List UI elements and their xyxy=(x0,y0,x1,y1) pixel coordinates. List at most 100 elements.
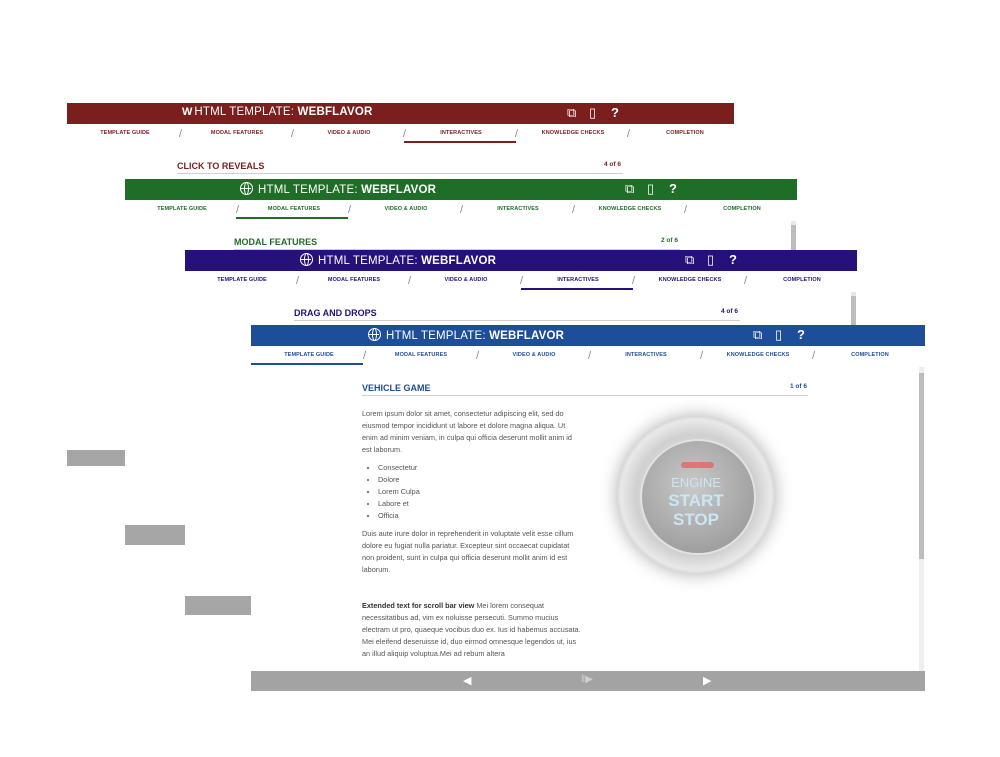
tab-interactives[interactable]: INTERACTIVES xyxy=(497,206,539,212)
app-title: HTML TEMPLATE: WEBFLAVOR xyxy=(240,182,436,196)
tab-template-guide[interactable]: TEMPLATE GUIDE xyxy=(284,352,334,358)
engine-start-stop-button[interactable]: ENGINE START STOP xyxy=(618,417,774,573)
tab-video-audio[interactable]: VIDEO & AUDIO xyxy=(445,277,488,283)
title-bar: HTML TEMPLATE: WEBFLAVOR ⧉ ▯ ? xyxy=(125,179,797,200)
book-icon[interactable]: ▯ xyxy=(775,327,782,343)
heading-divider xyxy=(177,173,623,174)
window-click-to-reveals: W HTML TEMPLATE: WEBFLAVOR ⧉ ▯ ? TEMPLATE… xyxy=(67,103,734,183)
help-icon[interactable]: ? xyxy=(669,181,677,197)
tab-completion[interactable]: COMPLETION xyxy=(666,130,704,136)
book-icon[interactable]: ▯ xyxy=(707,252,714,268)
scrollbar-thumb[interactable] xyxy=(851,296,856,326)
globe-icon xyxy=(368,328,381,341)
nav-separator: / xyxy=(515,128,519,140)
tab-modal-features[interactable]: MODAL FEATURES xyxy=(211,130,263,136)
page-counter: 2 of 6 xyxy=(661,237,678,244)
tab-modal-features[interactable]: MODAL FEATURES xyxy=(395,352,447,358)
nav-separator: / xyxy=(572,204,576,216)
active-tab-underline xyxy=(236,217,348,219)
tab-video-audio[interactable]: VIDEO & AUDIO xyxy=(328,130,371,136)
tab-template-guide[interactable]: TEMPLATE GUIDE xyxy=(100,130,150,136)
heading-divider xyxy=(294,320,740,321)
external-link-icon[interactable]: ⧉ xyxy=(625,181,634,197)
start-label: START xyxy=(668,491,724,510)
tab-interactives[interactable]: INTERACTIVES xyxy=(440,130,482,136)
page-title: VEHICLE GAME xyxy=(362,383,431,393)
help-icon[interactable]: ? xyxy=(611,105,619,121)
tab-knowledge-checks[interactable]: KNOWLEDGE CHECKS xyxy=(599,206,662,212)
wf-logo-icon: W xyxy=(182,106,192,118)
title-bar: HTML TEMPLATE: WEBFLAVOR ⧉ ▯ ? xyxy=(185,250,857,271)
tab-modal-features[interactable]: MODAL FEATURES xyxy=(268,206,320,212)
page-title: DRAG AND DROPS xyxy=(294,308,377,318)
list-item: Lorem Culpa xyxy=(378,486,582,498)
next-button[interactable]: ▶ xyxy=(703,674,711,687)
engine-label: ENGINE xyxy=(671,475,721,490)
nav-separator: / xyxy=(348,204,352,216)
page-counter: 4 of 6 xyxy=(604,161,621,168)
tab-completion[interactable]: COMPLETION xyxy=(783,277,821,283)
external-link-icon[interactable]: ⧉ xyxy=(685,252,694,268)
play-pause-button[interactable]: ‖▶ xyxy=(581,674,593,685)
previous-button[interactable]: ◀ xyxy=(463,674,471,687)
tab-knowledge-checks[interactable]: KNOWLEDGE CHECKS xyxy=(727,352,790,358)
side-tab-2 xyxy=(125,525,185,545)
nav-separator: / xyxy=(588,350,592,362)
tab-completion[interactable]: COMPLETION xyxy=(851,352,889,358)
heading-divider xyxy=(362,395,808,396)
nav-separator: / xyxy=(632,275,636,287)
window-modal-features: HTML TEMPLATE: WEBFLAVOR ⧉ ▯ ? TEMPLATE … xyxy=(125,179,797,259)
help-icon[interactable]: ? xyxy=(797,327,805,343)
page-title: CLICK TO REVEALS xyxy=(177,161,265,171)
nav-separator: / xyxy=(476,350,480,362)
window-vehicle-game: HTML TEMPLATE: WEBFLAVOR ⧉ ▯ ? TEMPLATE … xyxy=(251,325,925,691)
tab-knowledge-checks[interactable]: KNOWLEDGE CHECKS xyxy=(542,130,605,136)
nav-separator: / xyxy=(627,128,631,140)
list-item: Officia xyxy=(378,510,582,522)
nav-separator: / xyxy=(363,350,367,362)
intro-paragraph: Lorem ipsum dolor sit amet, consectetur … xyxy=(362,409,572,454)
nav-separator: / xyxy=(403,128,407,140)
second-paragraph: Duis aute irure dolor in reprehenderit i… xyxy=(362,529,574,574)
external-link-icon[interactable]: ⧉ xyxy=(567,105,576,121)
nav-separator: / xyxy=(236,204,240,216)
tab-video-audio[interactable]: VIDEO & AUDIO xyxy=(513,352,556,358)
app-title: W HTML TEMPLATE: WEBFLAVOR xyxy=(182,106,373,118)
nav-bar: TEMPLATE GUIDE / MODAL FEATURES / VIDEO … xyxy=(67,125,734,143)
stop-label: STOP xyxy=(673,510,719,529)
extended-paragraph: Extended text for scroll bar view Mei lo… xyxy=(362,600,582,660)
app-title: HTML TEMPLATE: WEBFLAVOR xyxy=(368,328,564,342)
title-bar: HTML TEMPLATE: WEBFLAVOR ⧉ ▯ ? xyxy=(251,325,925,346)
app-title: HTML TEMPLATE: WEBFLAVOR xyxy=(300,253,496,267)
bullet-list: Consectetur Dolore Lorem Culpa Labore et… xyxy=(362,462,582,522)
tab-modal-features[interactable]: MODAL FEATURES xyxy=(328,277,380,283)
nav-separator: / xyxy=(179,128,183,140)
active-tab-underline xyxy=(404,141,516,143)
nav-separator: / xyxy=(744,275,748,287)
tab-video-audio[interactable]: VIDEO & AUDIO xyxy=(385,206,428,212)
list-item: Labore et xyxy=(378,498,582,510)
nav-separator: / xyxy=(520,275,524,287)
nav-separator: / xyxy=(700,350,704,362)
content-column: Lorem ipsum dolor sit amet, consectetur … xyxy=(362,408,582,660)
tab-template-guide[interactable]: TEMPLATE GUIDE xyxy=(217,277,267,283)
book-icon[interactable]: ▯ xyxy=(589,105,596,121)
tab-interactives[interactable]: INTERACTIVES xyxy=(557,277,599,283)
book-icon[interactable]: ▯ xyxy=(647,181,654,197)
nav-separator: / xyxy=(684,204,688,216)
external-link-icon[interactable]: ⧉ xyxy=(753,327,762,343)
engine-indicator-light xyxy=(681,462,714,468)
nav-bar: TEMPLATE GUIDE / MODAL FEATURES / VIDEO … xyxy=(125,201,797,219)
list-item: Consectetur xyxy=(378,462,582,474)
tab-completion[interactable]: COMPLETION xyxy=(723,206,761,212)
tab-knowledge-checks[interactable]: KNOWLEDGE CHECKS xyxy=(659,277,722,283)
nav-separator: / xyxy=(460,204,464,216)
nav-separator: / xyxy=(812,350,816,362)
window-drag-and-drops: HTML TEMPLATE: WEBFLAVOR ⧉ ▯ ? TEMPLATE … xyxy=(185,250,857,328)
scrollbar-thumb[interactable] xyxy=(919,373,924,559)
footer-bar: ◀ ‖▶ ▶ xyxy=(251,671,925,691)
tab-template-guide[interactable]: TEMPLATE GUIDE xyxy=(157,206,207,212)
tab-interactives[interactable]: INTERACTIVES xyxy=(625,352,667,358)
help-icon[interactable]: ? xyxy=(729,252,737,268)
globe-icon xyxy=(300,253,313,266)
